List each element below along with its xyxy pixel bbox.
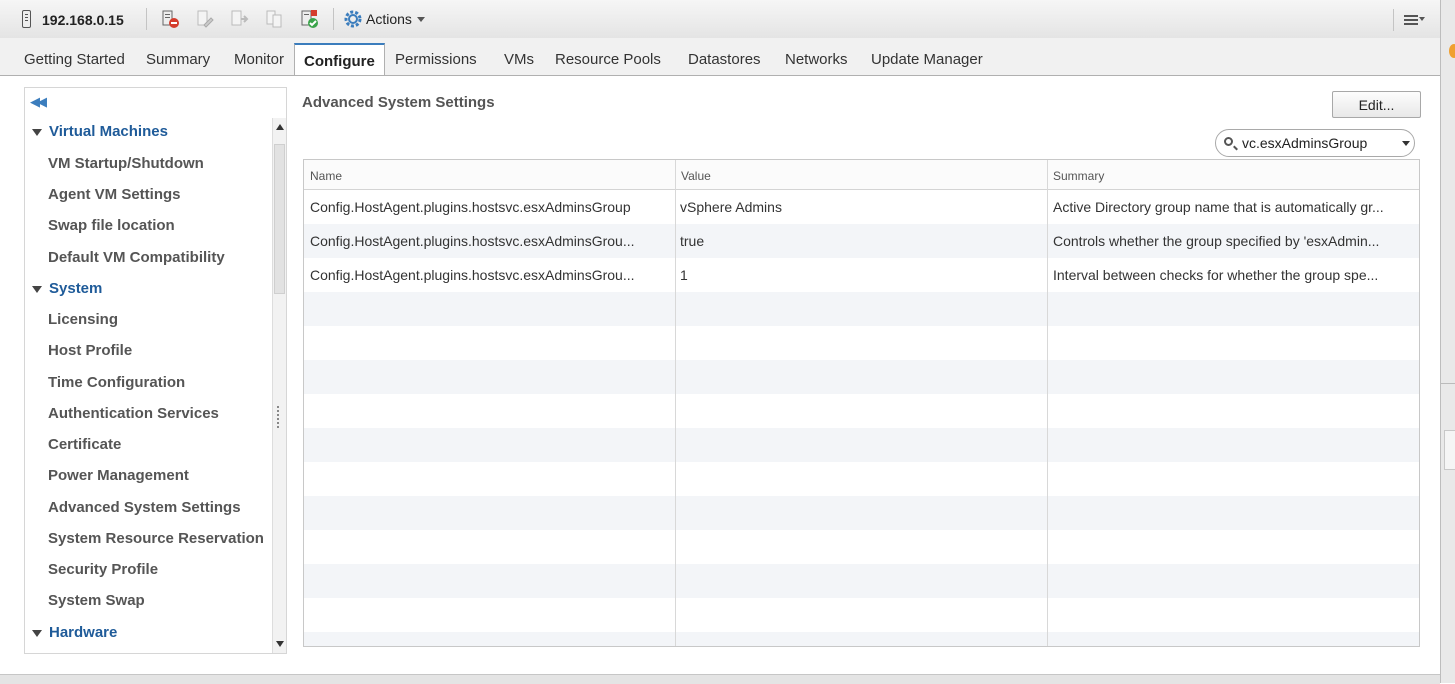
tab-update-manager[interactable]: Update Manager: [871, 51, 983, 68]
remove-icon[interactable]: [299, 9, 319, 29]
column-header-value[interactable]: Value: [681, 169, 711, 183]
empty-row: [304, 496, 1419, 530]
nav-group-virtual-machines[interactable]: Virtual Machines: [32, 123, 168, 140]
alert-icon: [1449, 44, 1455, 58]
tab-getting-started[interactable]: Getting Started: [24, 51, 125, 68]
nav-item-system-swap[interactable]: System Swap: [48, 592, 145, 609]
nav-item-security-profile[interactable]: Security Profile: [48, 561, 158, 578]
nav-group-label: System: [49, 280, 103, 297]
nav-item-licensing[interactable]: Licensing: [48, 311, 118, 328]
column-header-name[interactable]: Name: [310, 169, 342, 183]
host-icon: [22, 10, 31, 28]
edit-button[interactable]: Edit...: [1332, 91, 1421, 118]
tab-datastores[interactable]: Datastores: [688, 51, 761, 68]
scrollbar-thumb[interactable]: [1444, 430, 1455, 470]
table-row[interactable]: Config.HostAgent.plugins.hostsvc.esxAdmi…: [304, 258, 1419, 292]
gear-icon: [343, 9, 363, 29]
edit-icon[interactable]: [195, 9, 215, 29]
nav-item-swap-file-location[interactable]: Swap file location: [48, 217, 175, 234]
nav-item-advanced-system-settings[interactable]: Advanced System Settings: [48, 499, 241, 516]
settings-nav: ◀◀ Virtual Machines VM Startup/Shutdown …: [24, 87, 287, 654]
tab-permissions[interactable]: Permissions: [395, 51, 477, 68]
chevron-down-icon: [416, 16, 425, 22]
nav-item-time-configuration[interactable]: Time Configuration: [48, 374, 185, 391]
panel-splitter-handle[interactable]: [276, 405, 281, 428]
top-toolbar: 192.168.0.15 Actions: [0, 0, 1440, 39]
nav-item-power-management[interactable]: Power Management: [48, 467, 189, 484]
tab-monitor[interactable]: Monitor: [234, 51, 284, 68]
column-header-summary[interactable]: Summary: [1053, 169, 1104, 183]
tab-summary[interactable]: Summary: [146, 51, 210, 68]
empty-row: [304, 564, 1419, 598]
column-divider[interactable]: [675, 160, 676, 646]
tab-networks[interactable]: Networks: [785, 51, 848, 68]
actions-menu-button[interactable]: Actions: [343, 8, 425, 30]
filter-field[interactable]: [1215, 129, 1415, 157]
nav-item-authentication-services[interactable]: Authentication Services: [48, 405, 219, 422]
tab-bar: Getting Started Summary Monitor Configur…: [0, 38, 1440, 76]
empty-row: [304, 292, 1419, 326]
actions-label: Actions: [366, 11, 412, 27]
cell-name: Config.HostAgent.plugins.hostsvc.esxAdmi…: [310, 199, 631, 215]
chevron-down-icon: [32, 286, 42, 293]
empty-row: [304, 428, 1419, 462]
search-icon: [1224, 137, 1233, 146]
cell-value: 1: [680, 267, 688, 283]
toolbar-divider: [333, 8, 334, 30]
chevron-down-icon: [32, 630, 42, 637]
cell-value: vSphere Admins: [680, 199, 782, 215]
side-panel-edge: [1440, 0, 1455, 683]
column-divider[interactable]: [1047, 160, 1048, 646]
scroll-up-icon[interactable]: [276, 124, 284, 130]
scroll-down-icon[interactable]: [276, 641, 284, 647]
page-title: Advanced System Settings: [302, 94, 495, 111]
nav-group-label: Virtual Machines: [49, 123, 168, 140]
cell-name: Config.HostAgent.plugins.hostsvc.esxAdmi…: [310, 267, 635, 283]
table-header: Name Value Summary: [304, 160, 1419, 190]
cell-summary: Interval between checks for whether the …: [1053, 267, 1379, 283]
nav-item-certificate[interactable]: Certificate: [48, 436, 121, 453]
clone-icon[interactable]: [264, 9, 284, 29]
empty-row: [304, 462, 1419, 496]
menu-icon: [1404, 15, 1418, 17]
nav-scrollbar[interactable]: [272, 118, 286, 653]
cell-name: Config.HostAgent.plugins.hostsvc.esxAdmi…: [310, 233, 635, 249]
cell-summary: Active Directory group name that is auto…: [1053, 199, 1384, 215]
nav-group-label: Hardware: [49, 624, 118, 641]
chevron-down-icon[interactable]: [1402, 141, 1410, 146]
empty-row: [304, 360, 1419, 394]
cell-value: true: [680, 233, 705, 249]
cell-summary: Controls whether the group specified by …: [1053, 233, 1380, 249]
empty-row: [304, 632, 1419, 646]
nav-item-vm-startup-shutdown[interactable]: VM Startup/Shutdown: [48, 155, 204, 172]
nav-item-agent-vm-settings[interactable]: Agent VM Settings: [48, 186, 181, 203]
empty-row: [304, 598, 1419, 632]
empty-row: [304, 530, 1419, 564]
nav-group-system[interactable]: System: [32, 280, 103, 297]
table-row[interactable]: Config.HostAgent.plugins.hostsvc.esxAdmi…: [304, 224, 1419, 258]
nav-item-host-profile[interactable]: Host Profile: [48, 342, 132, 359]
settings-table: Name Value Summary Config.HostAgent.plug…: [303, 159, 1420, 647]
filter-input[interactable]: [1242, 134, 1382, 152]
empty-row: [304, 326, 1419, 360]
chevron-down-icon: [32, 129, 42, 136]
menu-button[interactable]: [1393, 9, 1430, 31]
tab-vms[interactable]: VMs: [504, 51, 534, 68]
host-name: 192.168.0.15: [42, 12, 124, 28]
nav-item-system-resource-reservation[interactable]: System Resource Reservation: [48, 530, 264, 547]
nav-item-default-vm-compatibility[interactable]: Default VM Compatibility: [48, 249, 225, 266]
scrollbar-thumb[interactable]: [274, 144, 285, 294]
collapse-left-icon[interactable]: ◀◀: [30, 94, 47, 110]
chevron-down-icon: [1419, 17, 1425, 21]
table-row[interactable]: Config.HostAgent.plugins.hostsvc.esxAdmi…: [304, 190, 1419, 224]
toolbar-divider: [146, 8, 147, 30]
exit-maintenance-icon[interactable]: [229, 9, 249, 29]
divider: [1441, 383, 1455, 404]
nav-group-hardware[interactable]: Hardware: [32, 624, 118, 641]
tab-resource-pools[interactable]: Resource Pools: [555, 51, 661, 68]
add-host-icon[interactable]: [160, 9, 180, 29]
empty-row: [304, 394, 1419, 428]
tab-configure[interactable]: Configure: [294, 43, 385, 75]
